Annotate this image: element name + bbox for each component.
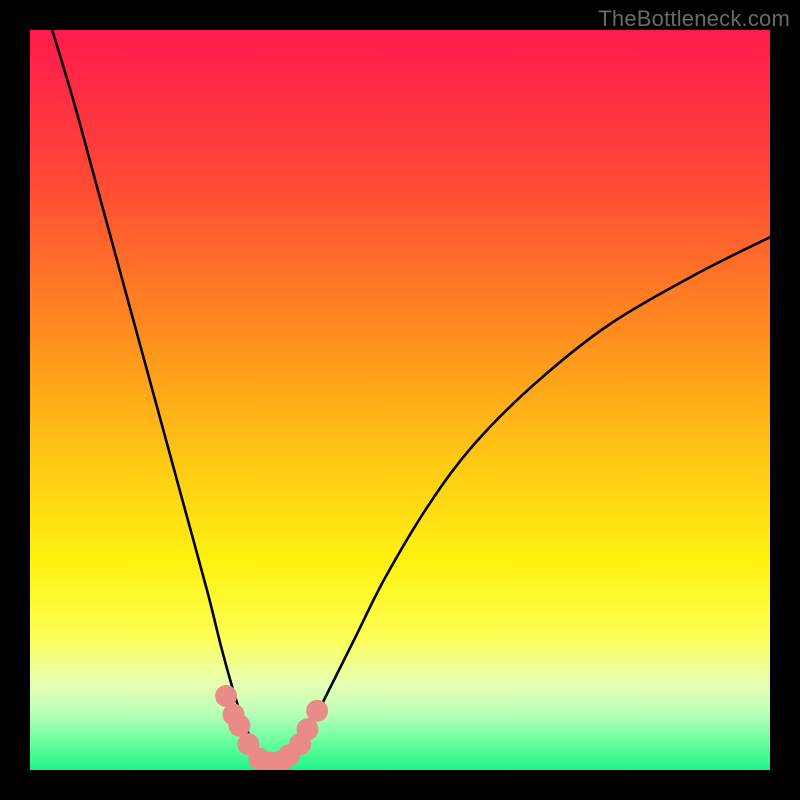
chart-background bbox=[30, 30, 770, 770]
chart-frame bbox=[30, 30, 770, 770]
watermark-text: TheBottleneck.com bbox=[598, 6, 790, 32]
